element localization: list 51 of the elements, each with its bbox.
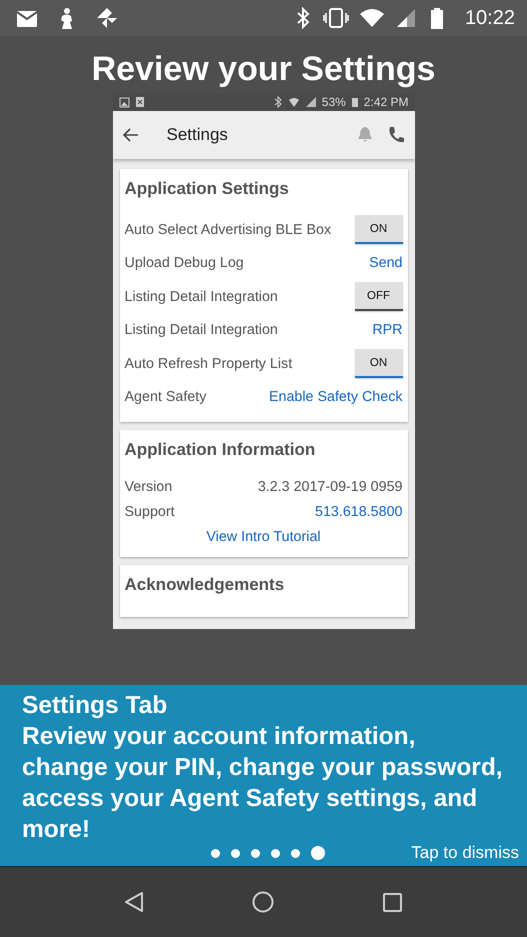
phone-icon[interactable] bbox=[386, 126, 404, 144]
back-icon[interactable] bbox=[124, 891, 144, 913]
link[interactable]: Send bbox=[369, 255, 402, 272]
page-dot[interactable] bbox=[311, 846, 325, 860]
clock: 10:22 bbox=[464, 6, 515, 30]
page-dot[interactable] bbox=[251, 848, 260, 858]
card-heading: Application Settings bbox=[124, 179, 290, 199]
setting-label: Upload Debug Log bbox=[124, 255, 244, 272]
setting-label: Listing Detail Integration bbox=[124, 288, 278, 305]
setting-label: Auto Select Advertising BLE Box bbox=[124, 222, 332, 238]
card-heading: Acknowledgements bbox=[124, 575, 286, 595]
link[interactable]: Enable Safety Check bbox=[268, 389, 402, 406]
setting-label: Agent Safety bbox=[124, 389, 206, 406]
home-icon[interactable] bbox=[252, 891, 274, 913]
battery-icon bbox=[350, 96, 359, 108]
card-heading: Application Information bbox=[124, 440, 316, 460]
toggle-button[interactable]: OFF bbox=[354, 282, 402, 312]
link[interactable]: RPR bbox=[372, 322, 402, 338]
page-dot[interactable] bbox=[231, 848, 240, 858]
setting-value: 3.2.3 2017-09-19 0959 bbox=[258, 478, 402, 494]
pinwheel-icon bbox=[96, 7, 118, 29]
page-dot[interactable] bbox=[211, 848, 220, 858]
clock: 2:42 PM bbox=[364, 95, 408, 109]
toggle-button[interactable]: ON bbox=[354, 349, 402, 378]
setting-label: Listing Detail Integration bbox=[124, 322, 278, 338]
setting-label: Support bbox=[124, 504, 175, 520]
overlay-title: Review your Settings bbox=[92, 49, 436, 89]
image-icon bbox=[118, 96, 130, 108]
dismiss-link[interactable]: Tap to dismiss bbox=[411, 843, 519, 863]
setting-label: Version bbox=[124, 478, 172, 494]
bluetooth-icon bbox=[272, 96, 283, 108]
setting-label: Auto Refresh Property List bbox=[124, 356, 292, 372]
back-arrow-icon[interactable] bbox=[122, 127, 138, 143]
recents-icon[interactable] bbox=[382, 892, 403, 912]
toggle-button[interactable]: ON bbox=[354, 215, 402, 244]
tip-heading: Settings Tab bbox=[22, 691, 168, 721]
battery-level: 53% bbox=[322, 95, 346, 109]
page-dot[interactable] bbox=[291, 848, 300, 858]
link[interactable]: View Intro Tutorial bbox=[206, 528, 321, 544]
screen-title: Settings bbox=[166, 125, 229, 145]
mail-icon bbox=[16, 8, 38, 28]
file-icon bbox=[134, 96, 144, 108]
bell-icon[interactable] bbox=[356, 126, 372, 143]
wifi-icon bbox=[358, 7, 385, 29]
signal-icon bbox=[304, 96, 317, 108]
wifi-icon bbox=[288, 96, 300, 108]
signal-icon bbox=[394, 7, 417, 29]
vibrate-icon bbox=[322, 7, 349, 29]
page-dot[interactable] bbox=[271, 848, 280, 858]
link[interactable]: 513.618.5800 bbox=[315, 504, 402, 520]
tip-message: Review your account information, change your PIN, change your password, access your Agent Safety settings, and more! bbox=[22, 722, 504, 845]
